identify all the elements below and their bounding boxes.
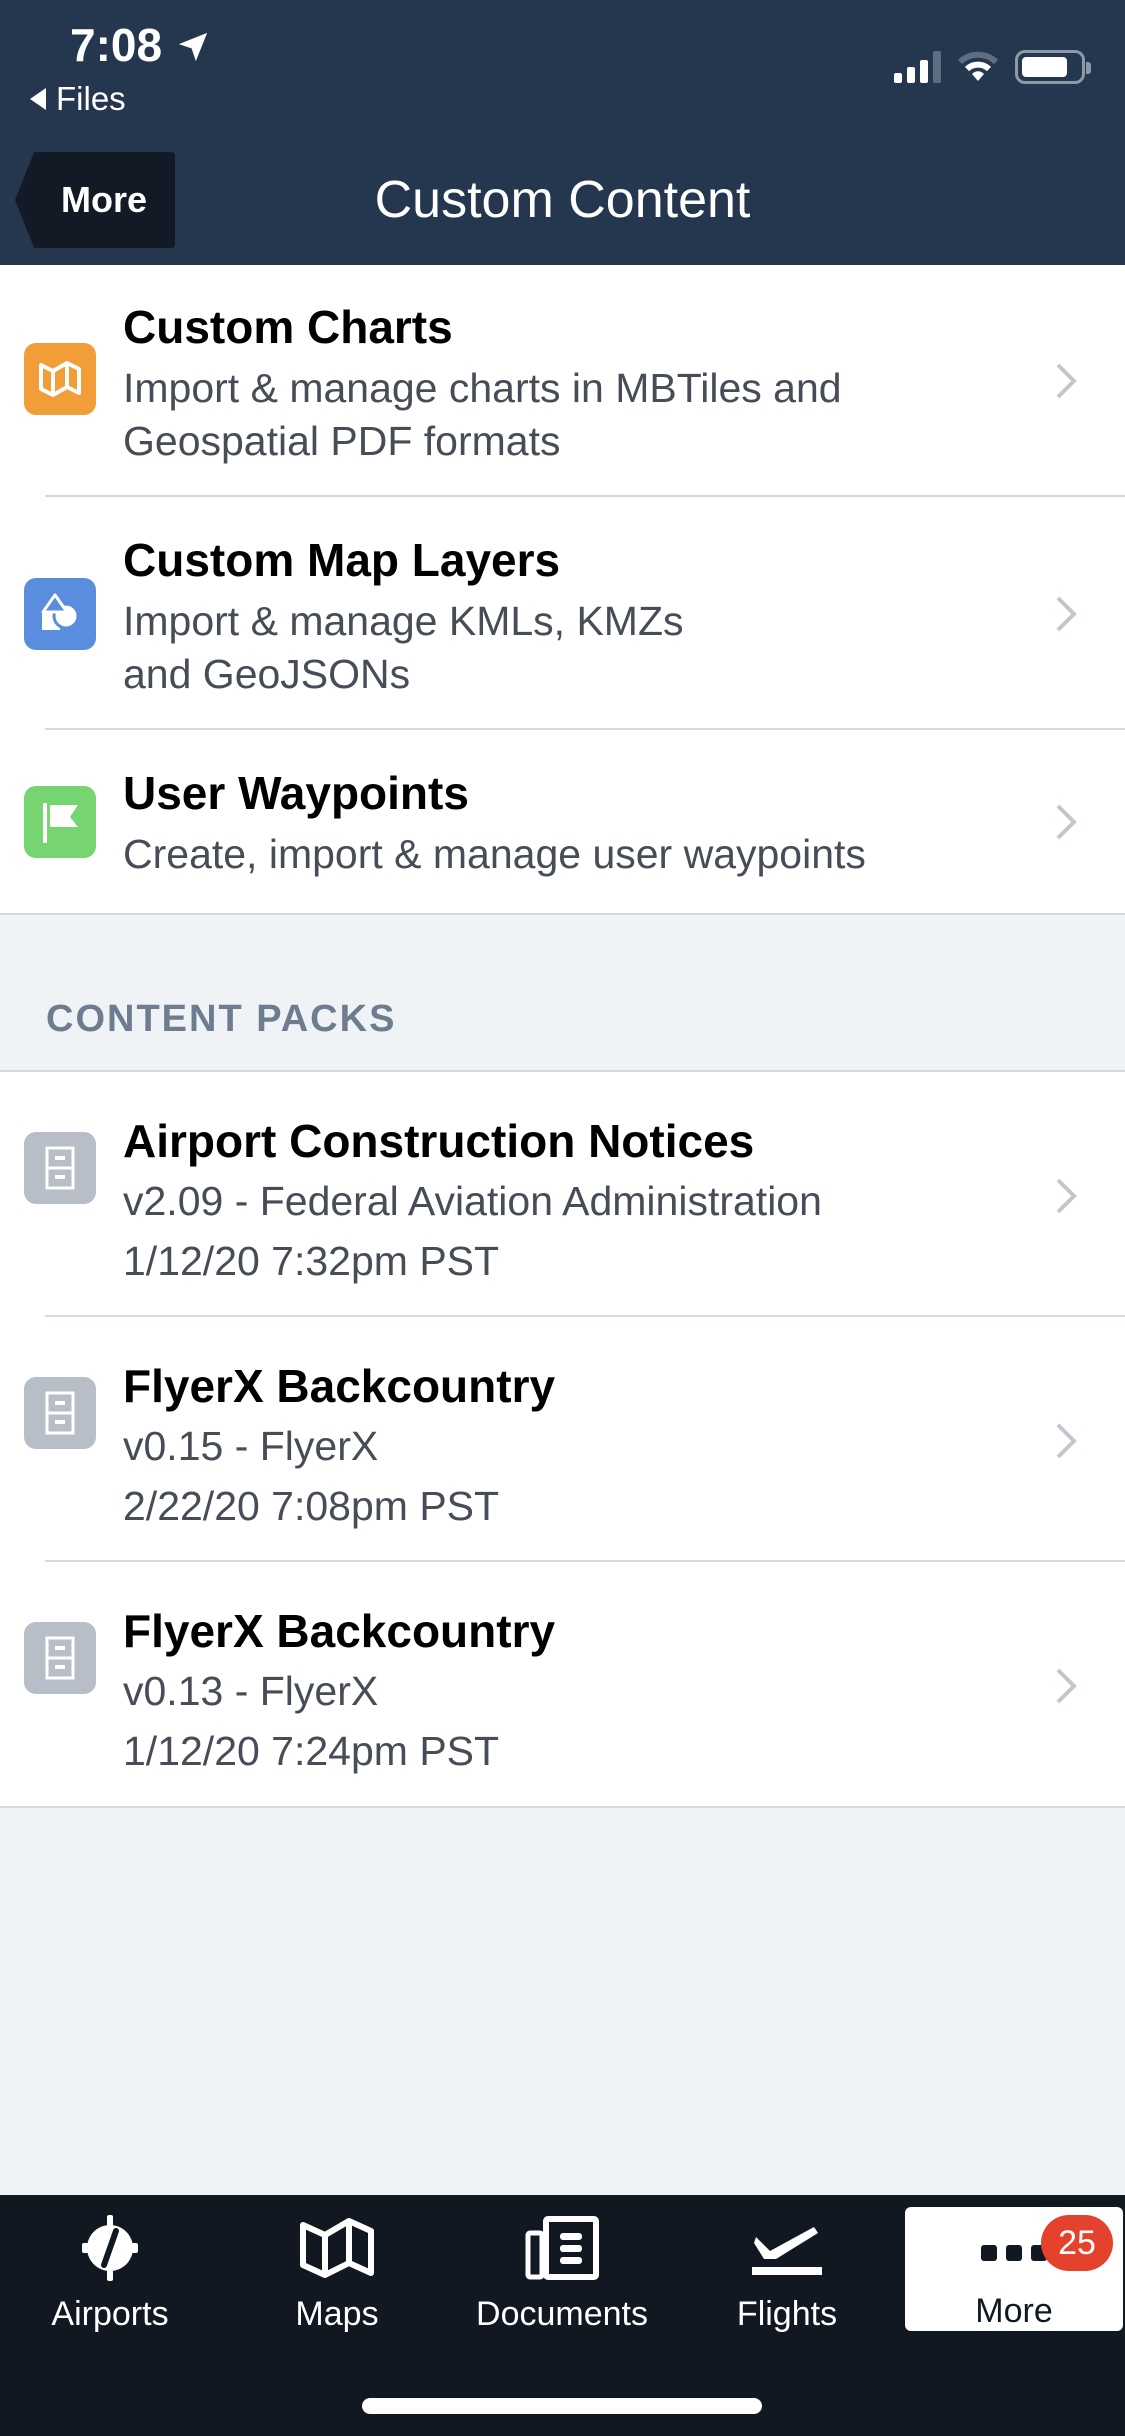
navigation-header: 7:08 Files More Custom Content — [0, 0, 1125, 265]
shapes-icon — [24, 578, 96, 650]
section-header-content-packs: CONTENT PACKS — [46, 998, 397, 1040]
chevron-right-icon — [1056, 363, 1077, 399]
item-subtitle: Import & manage KMLs, KMZs — [123, 598, 684, 644]
item-title: FlyerX Backcountry — [123, 1360, 556, 1412]
tab-flights[interactable]: Flights — [677, 2195, 897, 2335]
item-title: Custom Map Layers — [123, 534, 561, 586]
item-version: v0.13 - FlyerX — [123, 1668, 379, 1714]
tab-airports[interactable]: Airports — [0, 2195, 220, 2335]
tab-label: Flights — [736, 2295, 838, 2333]
cabinet-icon — [24, 1132, 96, 1204]
item-date: 1/12/20 7:32pm PST — [123, 1238, 500, 1284]
list-item-custom-map-layers[interactable]: Custom Map Layers Import & manage KMLs, … — [0, 497, 1125, 730]
item-title: FlyerX Backcountry — [123, 1605, 556, 1657]
flag-icon — [24, 786, 96, 858]
tab-more[interactable]: More 25 — [905, 2207, 1123, 2331]
tab-label: Maps — [295, 2295, 379, 2333]
list-item-user-waypoints[interactable]: User Waypoints Create, import & manage u… — [0, 730, 1125, 913]
content-packs-list: Airport Construction Notices v2.09 - Fed… — [0, 1070, 1125, 1808]
location-arrow-icon — [178, 32, 208, 62]
cabinet-icon — [24, 1377, 96, 1449]
list-item-content-pack[interactable]: Airport Construction Notices v2.09 - Fed… — [0, 1072, 1125, 1317]
item-subtitle: Geospatial PDF formats — [123, 418, 561, 464]
list-item-custom-charts[interactable]: Custom Charts Import & manage charts in … — [0, 265, 1125, 497]
flight-icon — [750, 2203, 824, 2293]
battery-icon — [1015, 50, 1091, 84]
item-title: User Waypoints — [123, 767, 469, 819]
tab-label: Documents — [476, 2295, 648, 2333]
item-title: Airport Construction Notices — [123, 1115, 755, 1167]
back-to-files-link[interactable]: Files — [30, 80, 126, 118]
cellular-signal-icon — [894, 51, 941, 83]
item-subtitle: and GeoJSONs — [123, 651, 411, 697]
item-subtitle: Create, import & manage user waypoints — [123, 831, 866, 877]
tab-documents[interactable]: Documents — [452, 2195, 672, 2335]
chevron-right-icon — [1056, 596, 1077, 632]
back-to-files-label: Files — [56, 80, 126, 117]
item-version: v0.15 - FlyerX — [123, 1423, 379, 1469]
chevron-right-icon — [1056, 1668, 1077, 1704]
item-title: Custom Charts — [123, 301, 453, 353]
tab-label: Airports — [51, 2295, 169, 2333]
map-fold-icon — [24, 343, 96, 415]
list-item-content-pack[interactable]: FlyerX Backcountry v0.15 - FlyerX 2/22/2… — [0, 1317, 1125, 1562]
map-icon — [299, 2203, 375, 2293]
tab-bar: Airports Maps Documents Flights More 25 — [0, 2195, 1125, 2436]
item-version: v2.09 - Federal Aviation Administration — [123, 1178, 822, 1224]
item-subtitle: Import & manage charts in MBTiles and — [123, 365, 842, 411]
tab-label: More — [975, 2292, 1053, 2330]
custom-content-list: Custom Charts Import & manage charts in … — [0, 265, 1125, 915]
airport-icon — [78, 2203, 142, 2293]
more-icon — [979, 2215, 1049, 2290]
list-item-content-pack[interactable]: FlyerX Backcountry v0.13 - FlyerX 1/12/2… — [0, 1562, 1125, 1806]
notification-badge: 25 — [1041, 2215, 1113, 2271]
status-indicators — [894, 50, 1091, 84]
chevron-right-icon — [1056, 804, 1077, 840]
status-time: 7:08 — [70, 19, 163, 71]
page-title: Custom Content — [374, 171, 751, 229]
item-date: 1/12/20 7:24pm PST — [123, 1728, 500, 1774]
cabinet-icon — [24, 1622, 96, 1694]
chevron-right-icon — [1056, 1178, 1077, 1214]
documents-icon — [524, 2203, 600, 2293]
back-triangle-icon — [30, 88, 46, 110]
item-date: 2/22/20 7:08pm PST — [123, 1483, 500, 1529]
wifi-icon — [957, 51, 999, 81]
tab-maps[interactable]: Maps — [227, 2195, 447, 2335]
home-indicator — [362, 2398, 762, 2414]
chevron-right-icon — [1056, 1423, 1077, 1459]
